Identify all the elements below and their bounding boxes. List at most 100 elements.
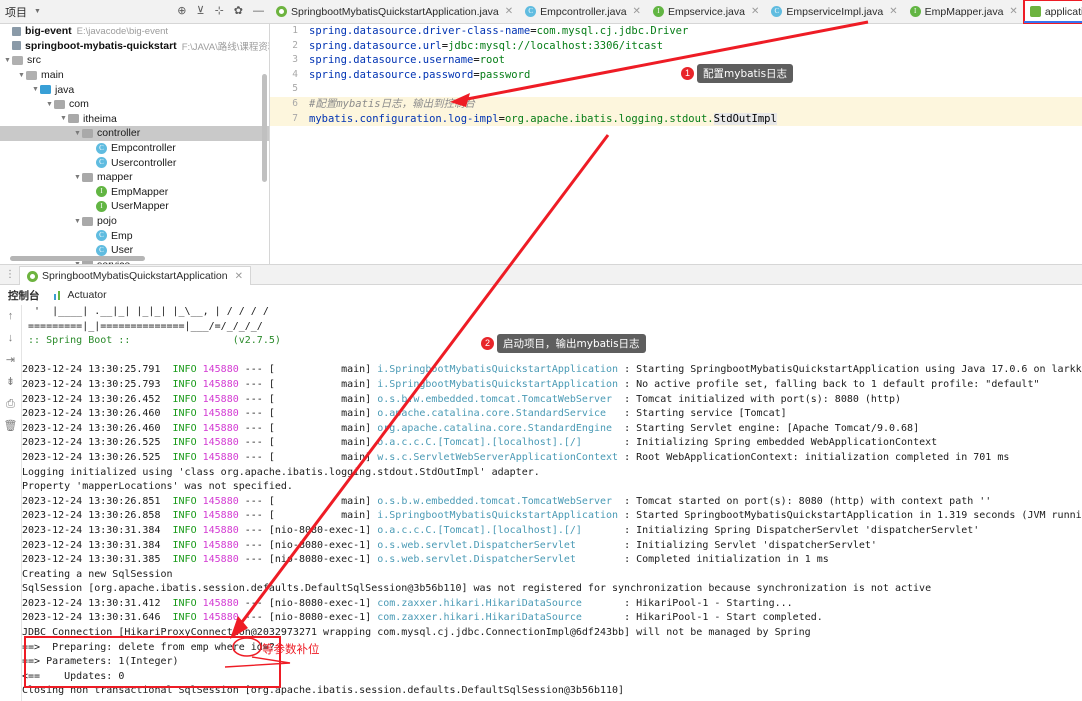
tree-item-usercontroller[interactable]: C Usercontroller [0, 155, 269, 170]
tree-item-usermapper[interactable]: I UserMapper [0, 199, 269, 214]
console-line-18: Creating a new SqlSession [22, 568, 173, 580]
tree-item-empmapper[interactable]: I EmpMapper [0, 185, 269, 200]
close-icon[interactable]: ✕ [751, 6, 759, 17]
editor-tab-0[interactable]: SpringbootMybatisQuickstartApplication.j… [270, 0, 519, 23]
chevron-down-icon[interactable]: ▼ [3, 57, 12, 64]
chevron-down-icon[interactable]: ▼ [34, 8, 41, 15]
console-sub-tabs: 控制台 Actuator [0, 285, 1082, 305]
console-token: --- [ main] [238, 422, 378, 434]
console-token: 145880 [202, 451, 239, 463]
tree-item-pojo[interactable]: ▼ pojo [0, 214, 269, 229]
expand-icon[interactable]: ⊹ [215, 6, 224, 17]
tree-item-controller[interactable]: ▼ controller [0, 126, 269, 141]
console-token: o.a.c.c.C.[Tomcat].[localhost].[/] [377, 437, 625, 449]
tree-item-mapper[interactable]: ▼ mapper [0, 170, 269, 185]
code-line-6[interactable]: #配置mybatis日志，输出到控制台 [304, 96, 1082, 112]
trash-icon[interactable]: 🗑 [4, 421, 18, 432]
code-line-2[interactable]: spring.datasource.url=jdbc:mysql://local… [304, 39, 1082, 54]
console-token: o.s.b.w.embedded.tomcat.TomcatWebServer [377, 495, 625, 507]
chevron-down-icon[interactable]: ▼ [73, 218, 82, 225]
console-token: 2023-12-24 13:30:26.525 [22, 437, 167, 449]
close-icon[interactable]: ✕ [235, 271, 243, 282]
close-icon[interactable]: ✕ [505, 6, 513, 17]
editor-tab-2[interactable]: I Empservice.java ✕ [647, 0, 765, 23]
tree-item-src[interactable]: ▼ src [0, 53, 269, 68]
editor-tab-4[interactable]: I EmpMapper.java ✕ [904, 0, 1024, 23]
console-line-13: 2023-12-24 13:30:26.851 INFO 145880 --- … [22, 495, 1082, 510]
tree-item-label: Emp [111, 229, 133, 242]
console-line-9: 2023-12-24 13:30:26.525 INFO 145880 --- … [22, 436, 1082, 451]
scroll-to-end-icon[interactable]: ⇟ [6, 377, 15, 388]
print-icon[interactable]: ⎙ [6, 399, 15, 410]
tree-item-big-event[interactable]: big-event E:\javacode\big-event [0, 24, 269, 39]
console-token: 145880 [202, 597, 239, 609]
tree-item-emp[interactable]: C Emp [0, 228, 269, 243]
code-token: mybatis.configuration.log-impl [309, 112, 499, 125]
line-number: 7 [270, 111, 304, 127]
close-icon[interactable]: ✕ [889, 6, 897, 17]
console-token: INFO [166, 364, 203, 376]
console-token: w.s.c.ServletWebServerApplicationContext [377, 451, 625, 463]
chevron-down-icon[interactable]: ▼ [59, 115, 68, 122]
chevron-down-icon[interactable]: ▼ [73, 130, 82, 137]
close-icon[interactable]: ✕ [633, 6, 641, 17]
collapse-icon[interactable]: ⊻ [197, 6, 205, 17]
console-subtab-0[interactable]: 控制台 [8, 288, 40, 303]
close-icon[interactable]: ✕ [1009, 6, 1017, 17]
soft-wrap-icon[interactable]: ⇥ [6, 355, 15, 366]
code-line-7[interactable]: mybatis.configuration.log-impl=org.apach… [304, 111, 1082, 127]
folder-grey-icon [82, 216, 93, 226]
chevron-down-icon[interactable]: ▼ [17, 72, 26, 79]
code-line-5[interactable] [304, 82, 1082, 97]
editor-tab-1[interactable]: C Empcontroller.java ✕ [519, 0, 647, 23]
console-token: 2023-12-24 13:30:26.851 [22, 495, 167, 507]
target-icon[interactable]: ⊕ [177, 6, 186, 17]
project-panel-title: 项目 [5, 6, 27, 19]
console-token: 145880 [202, 539, 239, 551]
console-line-14: 2023-12-24 13:30:26.858 INFO 145880 --- … [22, 509, 1082, 524]
run-configuration-label: SpringbootMybatisQuickstartApplication [42, 270, 228, 282]
console-subtab-label: 控制台 [8, 289, 40, 302]
drag-handle-icon[interactable]: ⋮ [0, 269, 19, 280]
editor-gutter: 1 2 3 4 567 [270, 24, 304, 264]
console-subtab-1[interactable]: Actuator [53, 289, 107, 301]
gear-icon[interactable]: ✿ [234, 6, 243, 17]
chevron-down-icon[interactable]: ▼ [73, 174, 82, 181]
tree-item-java[interactable]: ▼ java [0, 82, 269, 97]
chevron-down-icon[interactable]: ▼ [31, 86, 40, 93]
class-icon: C [771, 6, 783, 17]
arrow-down-icon[interactable]: ↓ [8, 333, 14, 344]
arrow-up-icon[interactable]: ↑ [8, 311, 14, 322]
tree-item-path: E:\javacode\big-event [76, 25, 169, 37]
tree-horizontal-scrollbar[interactable] [10, 256, 145, 261]
tree-item-com[interactable]: ▼ com [0, 97, 269, 112]
minimize-icon[interactable]: — [253, 6, 264, 17]
ide-window: 项目 ▼ ⊕ ⊻ ⊹ ✿ — SpringbootMybatisQuicksta… [0, 0, 1082, 701]
chevron-down-icon[interactable]: ▼ [45, 101, 54, 108]
code-line-1[interactable]: spring.datasource.driver-class-name=com.… [304, 24, 1082, 39]
run-configuration-tab[interactable]: SpringbootMybatisQuickstartApplication ✕ [19, 265, 251, 286]
tree-item-springboot-mybatis-quickstart[interactable]: springboot-mybatis-quickstart F:\JAVA\路线\… [0, 39, 269, 54]
code-editor[interactable]: 1 2 3 4 567 spring.datasource.driver-class-n… [270, 24, 1082, 264]
editor-tab-3[interactable]: C EmpserviceImpl.java ✕ [765, 0, 903, 23]
console-token: : Tomcat started on port(s): 8080 (http)… [624, 495, 992, 507]
project-tree[interactable]: big-event E:\javacode\big-event springboot… [0, 24, 270, 264]
console-token: org.apache.catalina.core.StandardEngine [377, 422, 625, 434]
badge-number: 2 [481, 337, 494, 350]
editor-tab-label: EmpserviceImpl.java [786, 5, 884, 18]
editor-tab-5[interactable]: application.properties✕ [1022, 0, 1082, 24]
editor-tab-label: Empcontroller.java [540, 5, 627, 18]
tree-item-main[interactable]: ▼ main [0, 68, 269, 83]
code-token: jdbc:mysql://localhost:3306/itcast [448, 39, 664, 52]
tree-item-empcontroller[interactable]: C Empcontroller [0, 141, 269, 156]
line-number: 4 [292, 68, 298, 80]
console-token: --- [ main] [238, 408, 378, 420]
console-token: --- [nio-8080-exec-1] [238, 539, 378, 551]
console-token: com.zaxxer.hikari.HikariDataSource [377, 612, 625, 624]
console-line-10: 2023-12-24 13:30:26.525 INFO 145880 --- … [22, 451, 1082, 466]
editor-code-area[interactable]: spring.datasource.driver-class-name=com.… [304, 24, 1082, 264]
tree-vertical-scrollbar[interactable] [262, 74, 267, 182]
tree-item-itheima[interactable]: ▼ itheima [0, 112, 269, 127]
chart-icon [53, 290, 64, 300]
console-token: INFO [166, 393, 203, 405]
